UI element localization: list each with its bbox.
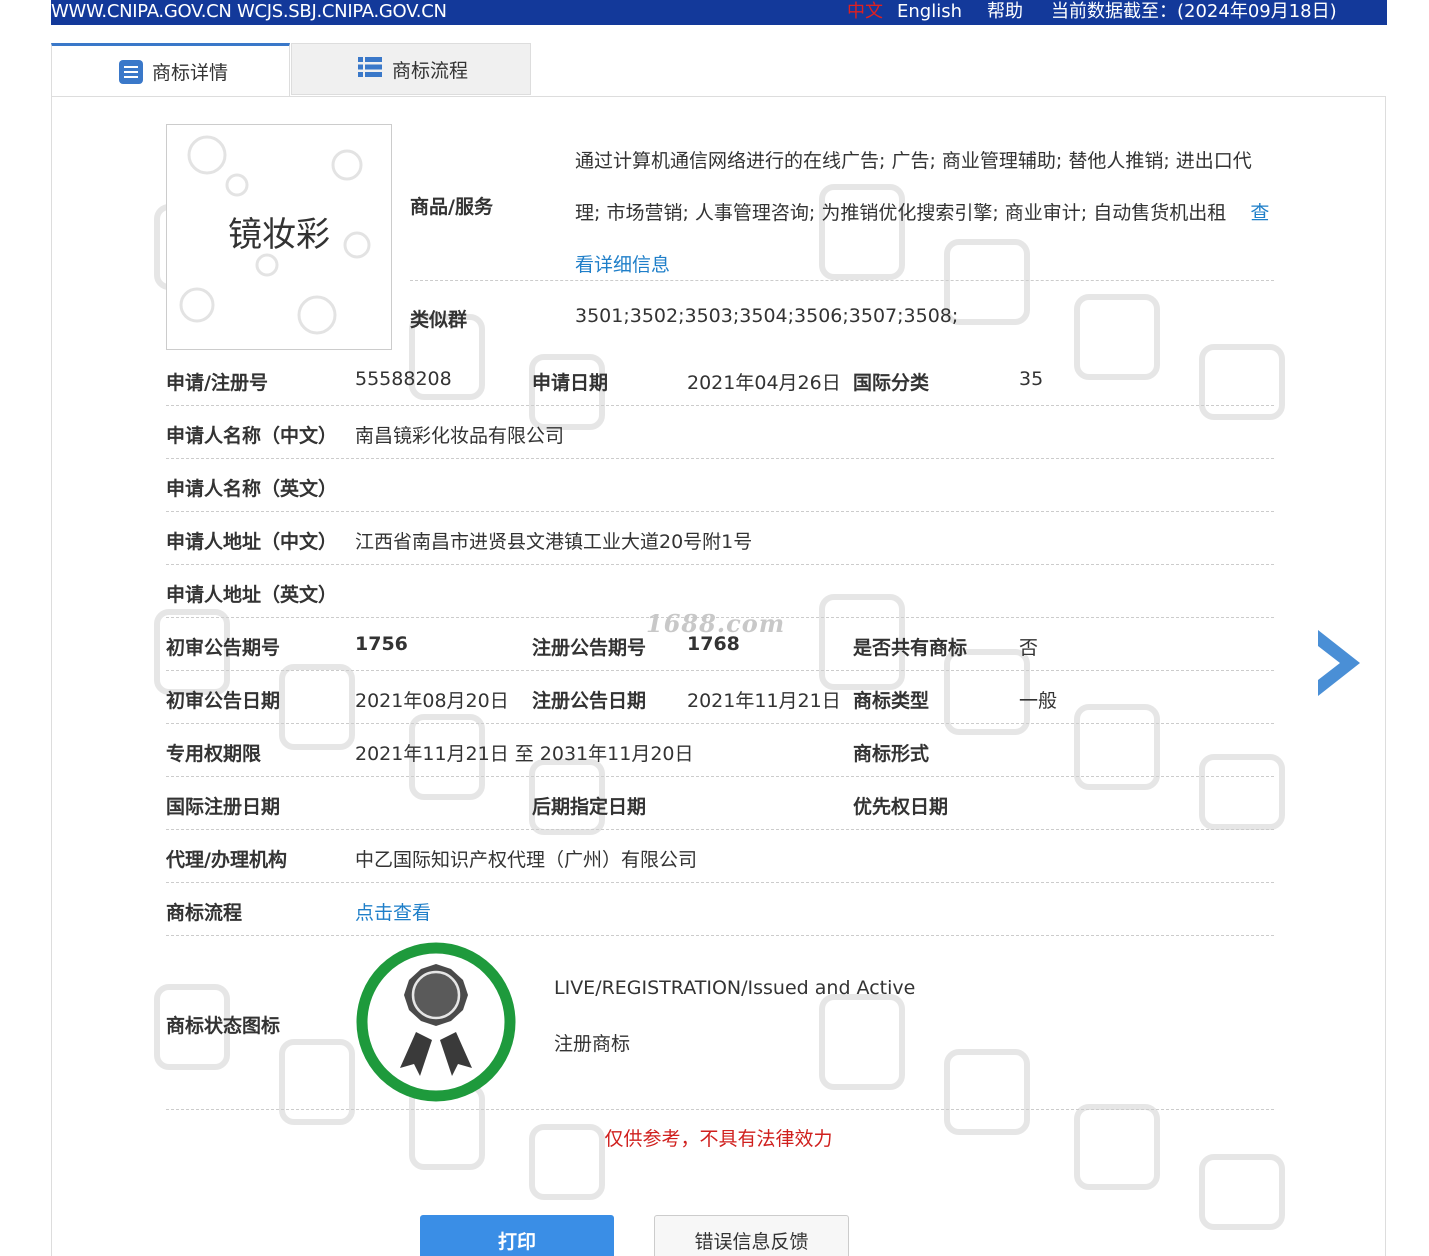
priority-date-label: 优先权日期 — [853, 796, 949, 818]
tm-form-label: 商标形式 — [853, 743, 930, 765]
status-chinese: 注册商标 — [554, 1033, 631, 1055]
top-bar: WWW.CNIPA.GOV.CN WCJS.SBJ.CNIPA.GOV.CN 中… — [51, 0, 1387, 25]
address-en-label: 申请人地址（英文） — [166, 584, 338, 606]
later-designation-label: 后期指定日期 — [532, 796, 647, 818]
next-arrow-icon[interactable] — [1314, 628, 1362, 698]
applicant-cn-value: 南昌镜彩化妆品有限公司 — [355, 425, 565, 447]
list-bullet-icon — [358, 56, 384, 82]
language-english-link[interactable]: English — [897, 0, 962, 24]
list-document-icon — [118, 59, 144, 85]
similar-group-label: 类似群 — [410, 309, 468, 331]
detail-row: 申请人地址（中文） 江西省南昌市进贤县文港镇工业大道20号附1号 — [166, 511, 1274, 565]
tm-type-value: 一般 — [1019, 690, 1058, 712]
apply-date-value: 2021年04月26日 — [687, 372, 841, 394]
detail-row: 申请人名称（英文） — [166, 458, 1274, 512]
error-feedback-button[interactable]: 错误信息反馈 — [654, 1215, 849, 1256]
detail-row: 申请/注册号 55588208 申请日期 2021年04月26日 国际分类 35 — [166, 352, 1274, 406]
registered-award-icon — [356, 942, 516, 1102]
divider — [166, 1109, 1274, 1110]
detail-row: 申请人名称（中文） 南昌镜彩化妆品有限公司 — [166, 405, 1274, 459]
prelim-no-value: 1756 — [355, 633, 408, 655]
goods-services-text: 通过计算机通信网络进行的在线广告; 广告; 商业管理辅助; 替他人推销; 进出口… — [575, 150, 1252, 224]
language-chinese-link[interactable]: 中文 — [847, 0, 883, 24]
detail-row: 代理/办理机构 中乙国际知识产权代理（广州）有限公司 — [166, 829, 1274, 883]
prelim-date-value: 2021年08月20日 — [355, 690, 509, 712]
similar-group-value: 3501;3502;3503;3504;3506;3507;3508; — [575, 305, 959, 327]
goods-services-label: 商品/服务 — [410, 196, 493, 218]
reg-pub-date-label: 注册公告日期 — [532, 690, 647, 712]
view-process-link[interactable]: 点击查看 — [355, 898, 431, 925]
status-icon-label: 商标状态图标 — [166, 1015, 281, 1037]
divider — [410, 280, 1274, 281]
applicant-en-label: 申请人名称（英文） — [166, 478, 338, 500]
detail-row: 国际注册日期 后期指定日期 优先权日期 — [166, 776, 1274, 830]
site-domains: WWW.CNIPA.GOV.CN WCJS.SBJ.CNIPA.GOV.CN — [51, 1, 447, 22]
tab-bar: 商标详情 商标流程 — [51, 43, 531, 97]
detail-row: 商标流程 点击查看 — [166, 882, 1274, 936]
prelim-date-label: 初审公告日期 — [166, 690, 281, 712]
term-label: 专用权期限 — [166, 743, 262, 765]
detail-row: 初审公告日期 2021年08月20日 注册公告日期 2021年11月21日 商标… — [166, 670, 1274, 724]
prelim-no-label: 初审公告期号 — [166, 637, 281, 659]
help-link[interactable]: 帮助 — [987, 0, 1023, 24]
site-watermark: 1688.com — [646, 609, 786, 638]
reg-pub-date-value: 2021年11月21日 — [687, 690, 841, 712]
tab-label: 商标详情 — [152, 62, 229, 84]
intl-class-value: 35 — [1019, 368, 1044, 390]
intl-reg-date-label: 国际注册日期 — [166, 796, 281, 818]
reg-no-value: 55588208 — [355, 368, 452, 390]
address-cn-label: 申请人地址（中文） — [166, 531, 338, 553]
trademark-detail-panel: 镜妆彩 商品/服务 通过计算机通信网络进行的在线广告; 广告; 商业管理辅助; … — [51, 96, 1386, 1256]
shared-value: 否 — [1019, 637, 1039, 659]
tab-trademark-details[interactable]: 商标详情 — [51, 43, 290, 97]
tab-label: 商标流程 — [392, 59, 469, 82]
agent-label: 代理/办理机构 — [166, 849, 287, 871]
process-label: 商标流程 — [166, 902, 243, 924]
agent-value: 中乙国际知识产权代理（广州）有限公司 — [355, 849, 698, 871]
reg-no-label: 申请/注册号 — [166, 372, 268, 394]
status-english: LIVE/REGISTRATION/Issued and Active — [554, 977, 916, 999]
reg-pub-no-label: 注册公告期号 — [532, 637, 647, 659]
data-cutoff-date: 当前数据截至：(2024年09月18日) — [1051, 1, 1337, 22]
term-value: 2021年11月21日 至 2031年11月20日 — [355, 743, 694, 765]
apply-date-label: 申请日期 — [532, 372, 609, 394]
tm-type-label: 商标类型 — [853, 690, 930, 712]
trademark-image: 镜妆彩 — [166, 124, 392, 350]
applicant-cn-label: 申请人名称（中文） — [166, 425, 338, 447]
address-cn-value: 江西省南昌市进贤县文港镇工业大道20号附1号 — [355, 531, 753, 553]
tab-trademark-process[interactable]: 商标流程 — [291, 43, 531, 95]
trademark-text: 镜妆彩 — [228, 215, 330, 255]
legal-disclaimer: 仅供参考，不具有法律效力 — [604, 1128, 833, 1150]
print-button[interactable]: 打印 — [420, 1215, 614, 1256]
goods-services-value: 通过计算机通信网络进行的在线广告; 广告; 商业管理辅助; 替他人推销; 进出口… — [575, 135, 1275, 291]
intl-class-label: 国际分类 — [853, 372, 930, 394]
detail-row: 专用权期限 2021年11月21日 至 2031年11月20日 商标形式 — [166, 723, 1274, 777]
shared-label: 是否共有商标 — [853, 637, 968, 659]
